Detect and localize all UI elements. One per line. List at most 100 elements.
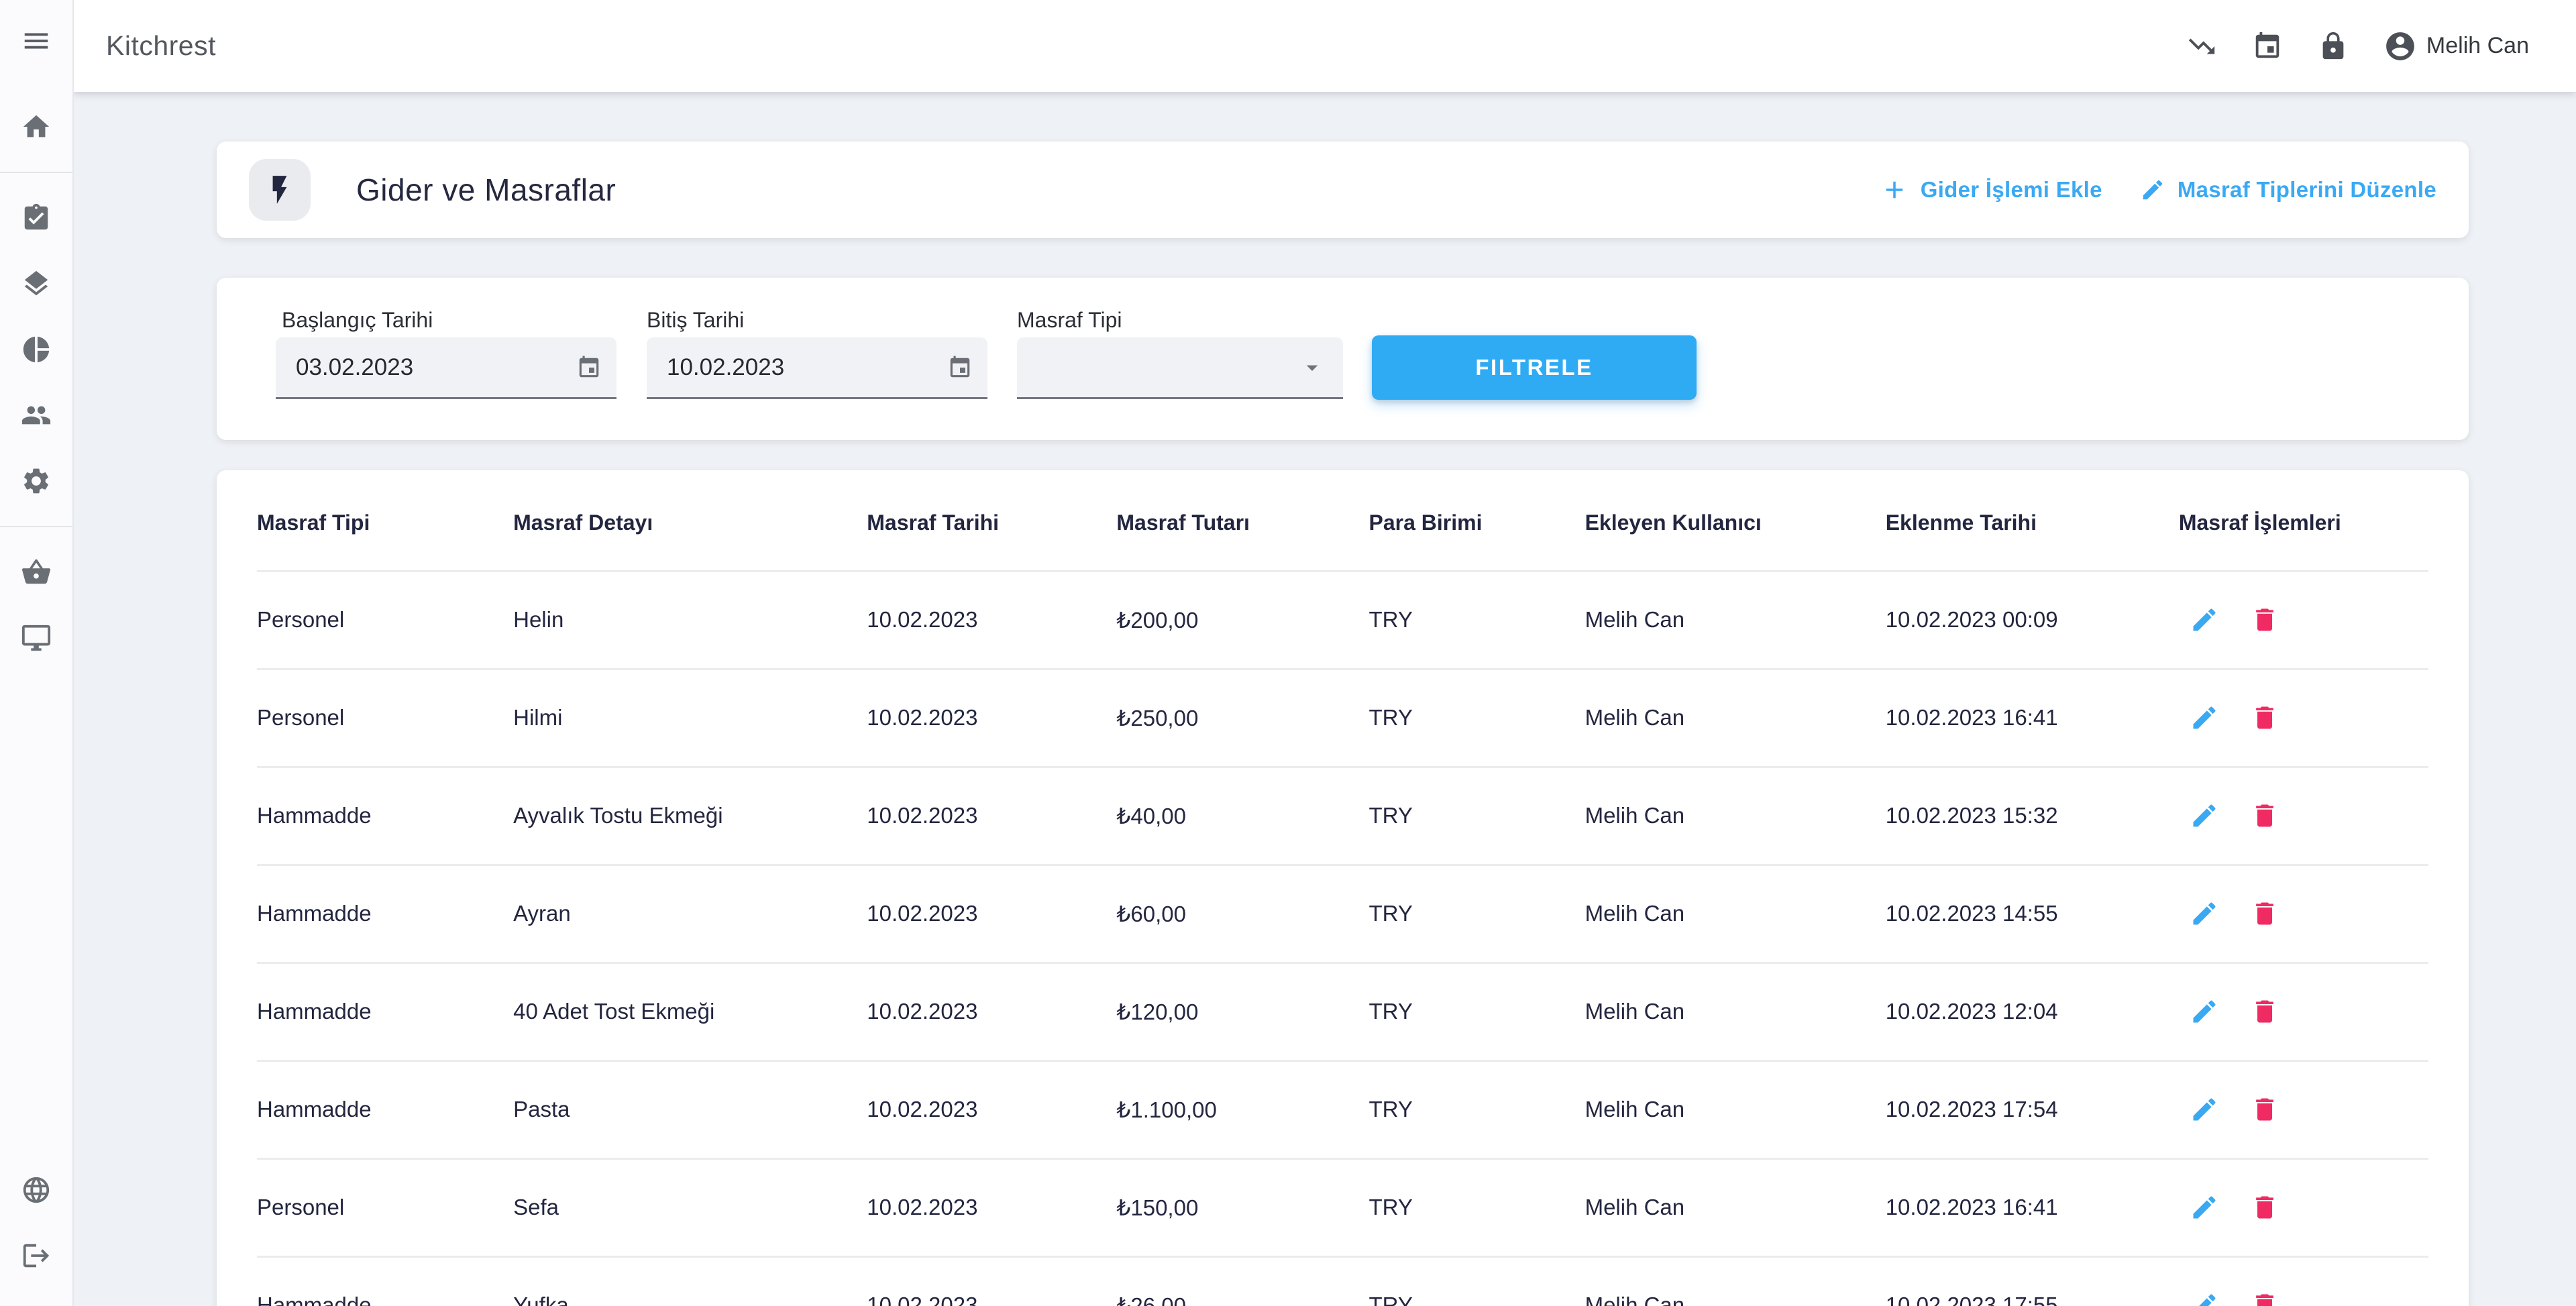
topbar: Kitchrest Melih Can <box>74 0 2576 92</box>
table-row: HammaddePasta10.02.2023₺1.100,00TRYMelih… <box>257 1060 2428 1158</box>
sidebar-item-people[interactable] <box>0 382 72 448</box>
user-menu[interactable]: Melih Can <box>2383 30 2529 63</box>
lock-icon <box>2318 31 2349 62</box>
edit-icon <box>2190 997 2219 1026</box>
settings-icon <box>21 466 52 496</box>
table-cell: ₺250,00 <box>1116 669 1368 767</box>
table-cell: Sefa <box>513 1158 867 1256</box>
edit-icon <box>2190 1193 2219 1222</box>
home-icon <box>21 111 52 142</box>
calendar-button[interactable] <box>2252 31 2283 62</box>
delete-row-button[interactable] <box>2250 703 2279 732</box>
sidebar-item-basket[interactable] <box>0 539 72 605</box>
table-cell: ₺40,00 <box>1116 767 1368 865</box>
edit-row-button[interactable] <box>2190 801 2219 830</box>
edit-icon <box>2190 899 2219 928</box>
table-row: HammaddeAyran10.02.2023₺60,00TRYMelih Ca… <box>257 865 2428 963</box>
edit-row-button[interactable] <box>2190 899 2219 928</box>
table-cell: 10.02.2023 <box>867 1158 1116 1256</box>
table-cell-actions <box>2179 571 2428 669</box>
menu-button[interactable] <box>21 25 52 56</box>
table-cell: TRY <box>1368 1158 1585 1256</box>
expense-type-select[interactable] <box>1017 337 1343 399</box>
pie-chart-icon <box>21 334 52 365</box>
logout-icon <box>21 1240 52 1271</box>
edit-row-button[interactable] <box>2190 1291 2219 1306</box>
table-cell-actions <box>2179 669 2428 767</box>
table-cell: 10.02.2023 17:54 <box>1886 1060 2179 1158</box>
table-cell: Melih Can <box>1585 669 1886 767</box>
table-cell: TRY <box>1368 1256 1585 1306</box>
table-cell: ₺150,00 <box>1116 1158 1368 1256</box>
sidebar-divider <box>0 526 72 527</box>
table-cell: Yufka <box>513 1256 867 1306</box>
table-cell: Melih Can <box>1585 571 1886 669</box>
delete-row-button[interactable] <box>2250 1193 2279 1222</box>
basket-icon <box>21 557 52 588</box>
table-row: HammaddeYufka10.02.2023₺26,00TRYMelih Ca… <box>257 1256 2428 1306</box>
page-header-card: Gider ve Masraflar Gider İşlemi Ekle Mas… <box>217 142 2469 238</box>
edit-icon <box>2190 1095 2219 1124</box>
delete-icon <box>2250 703 2279 732</box>
sidebar-item-layers[interactable] <box>0 251 72 317</box>
table-cell: TRY <box>1368 669 1585 767</box>
sidebar-item-settings[interactable] <box>0 448 72 514</box>
delete-row-button[interactable] <box>2250 899 2279 928</box>
column-header: Masraf Tutarı <box>1116 470 1368 571</box>
edit-expense-types-button[interactable]: Masraf Tiplerini Düzenle <box>2140 177 2436 203</box>
filter-button[interactable]: FILTRELE <box>1372 335 1697 400</box>
table-cell: ₺200,00 <box>1116 571 1368 669</box>
people-icon <box>21 400 52 431</box>
table-cell: Personel <box>257 669 513 767</box>
edit-row-button[interactable] <box>2190 703 2219 732</box>
delete-row-button[interactable] <box>2250 1291 2279 1306</box>
table-row: Hammadde40 Adet Tost Ekmeği10.02.2023₺12… <box>257 963 2428 1060</box>
sidebar-item-monitor[interactable] <box>0 605 72 671</box>
delete-icon <box>2250 899 2279 928</box>
caret-down-icon <box>1299 354 1326 381</box>
table-row: PersonelHilmi10.02.2023₺250,00TRYMelih C… <box>257 669 2428 767</box>
table-cell: 10.02.2023 <box>867 1256 1116 1306</box>
end-date-field <box>647 337 987 399</box>
table-cell-actions <box>2179 865 2428 963</box>
edit-row-button[interactable] <box>2190 1095 2219 1124</box>
trending-down-button[interactable] <box>2186 31 2217 62</box>
page-icon-box <box>249 159 311 221</box>
edit-row-button[interactable] <box>2190 997 2219 1026</box>
delete-row-button[interactable] <box>2250 801 2279 830</box>
delete-row-button[interactable] <box>2250 1095 2279 1124</box>
table-cell: 10.02.2023 <box>867 1060 1116 1158</box>
table-cell: 40 Adet Tost Ekmeği <box>513 963 867 1060</box>
table-cell: Ayran <box>513 865 867 963</box>
start-date-input[interactable] <box>276 354 616 381</box>
sidebar-item-pie-chart[interactable] <box>0 317 72 382</box>
edit-row-button[interactable] <box>2190 1193 2219 1222</box>
main-content: Gider ve Masraflar Gider İşlemi Ekle Mas… <box>74 92 2576 1306</box>
table-cell: ₺26,00 <box>1116 1256 1368 1306</box>
column-header: Masraf İşlemleri <box>2179 470 2428 571</box>
monitor-icon <box>21 622 52 653</box>
table-cell: ₺60,00 <box>1116 865 1368 963</box>
delete-row-button[interactable] <box>2250 997 2279 1026</box>
delete-row-button[interactable] <box>2250 605 2279 635</box>
table-cell: TRY <box>1368 963 1585 1060</box>
lock-button[interactable] <box>2318 31 2349 62</box>
table-cell: Helin <box>513 571 867 669</box>
calendar-icon[interactable] <box>576 355 602 380</box>
table-cell-actions <box>2179 767 2428 865</box>
add-expense-button[interactable]: Gider İşlemi Ekle <box>1880 176 2102 204</box>
edit-row-button[interactable] <box>2190 605 2219 635</box>
sidebar-item-globe[interactable] <box>0 1157 72 1223</box>
sidebar-item-logout[interactable] <box>0 1223 72 1289</box>
end-date-input[interactable] <box>647 354 987 381</box>
calendar-icon[interactable] <box>947 355 973 380</box>
sidebar-divider <box>0 172 72 173</box>
sidebar-item-home[interactable] <box>0 94 72 160</box>
table-cell: 10.02.2023 <box>867 865 1116 963</box>
layers-icon <box>21 268 52 299</box>
table-cell: 10.02.2023 14:55 <box>1886 865 2179 963</box>
table-cell: 10.02.2023 00:09 <box>1886 571 2179 669</box>
table-cell: 10.02.2023 16:41 <box>1886 1158 2179 1256</box>
table-cell: TRY <box>1368 571 1585 669</box>
sidebar-item-assignment-check[interactable] <box>0 185 72 251</box>
